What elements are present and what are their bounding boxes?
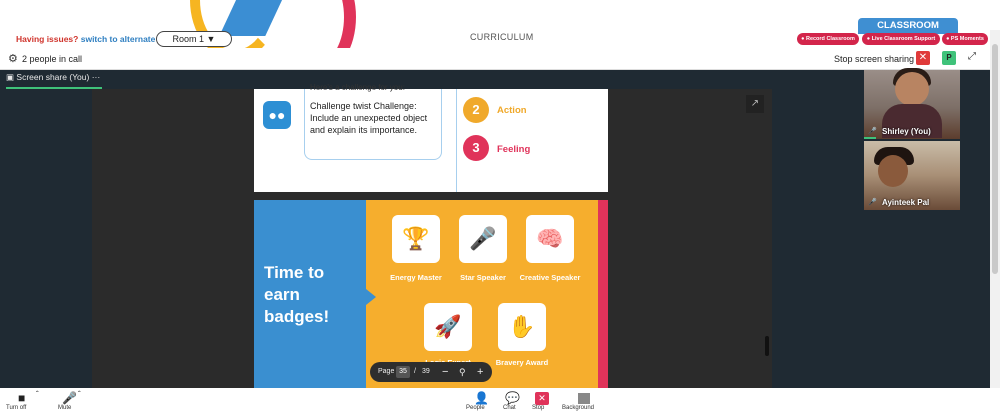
- classroom-tab[interactable]: CLASSROOM: [858, 18, 958, 34]
- background-label: Background: [562, 405, 595, 411]
- microphone-icon[interactable]: 🎤: [62, 391, 77, 405]
- robot-icon: ●●: [263, 101, 291, 129]
- divider: [456, 89, 457, 192]
- bottom-toolbar: [0, 388, 1000, 413]
- screen-share-label: Screen share (You): [16, 72, 90, 82]
- zoom-icon[interactable]: ⚲: [459, 362, 466, 382]
- microphone-icon: 🎤: [868, 199, 877, 206]
- record-label: Record Classroom: [805, 36, 855, 42]
- caret-down-icon: ▼: [206, 34, 216, 44]
- moments-label: PS Moments: [950, 36, 984, 42]
- room-select-value: Room 1: [172, 34, 205, 44]
- hand-icon: ✋: [498, 303, 546, 351]
- participant-name: Shirley (You): [882, 127, 931, 136]
- people-icon[interactable]: 👤: [474, 391, 489, 405]
- rocket-icon: 🚀: [424, 303, 472, 351]
- audio-level-indicator: [864, 137, 876, 139]
- curriculum-tab[interactable]: CURRICULUM: [470, 32, 534, 42]
- page-total: 39: [422, 368, 430, 375]
- step-label: Feeling: [497, 144, 531, 155]
- support-icon: ●: [866, 36, 871, 42]
- more-options-icon[interactable]: ···: [92, 72, 101, 82]
- ps-moments-button[interactable]: ● PS Moments: [942, 33, 988, 45]
- microphone-icon: 🎤: [459, 215, 507, 263]
- share-label: Stop: [532, 405, 545, 411]
- challenge-text: Challenge twist Challenge: Include an un…: [310, 101, 428, 135]
- gear-icon[interactable]: ⚙: [8, 52, 18, 65]
- step-label: Action: [497, 105, 527, 116]
- chat-icon[interactable]: 💬: [505, 391, 520, 405]
- participant-video: [895, 72, 929, 106]
- zoom-out-icon[interactable]: −: [442, 362, 448, 382]
- expand-icon[interactable]: ⤢: [968, 51, 976, 62]
- people-count: 2 people in call: [22, 54, 83, 64]
- participant-avatar-button[interactable]: P: [942, 51, 956, 65]
- badge-label: Bravery Award: [495, 358, 549, 367]
- people-label: People: [466, 405, 485, 411]
- chevron-up-icon[interactable]: ˆ: [78, 390, 81, 399]
- slide-red-edge: [598, 200, 608, 388]
- brain-icon: 🧠: [526, 215, 574, 263]
- chat-label: Chat: [503, 405, 516, 411]
- stop-share-icon[interactable]: ✕: [535, 392, 549, 405]
- issues-label: Having issues?: [16, 34, 79, 44]
- step-number: 2: [463, 97, 489, 123]
- trophy-icon: 🏆: [392, 215, 440, 263]
- badge-label: Creative Speaker: [519, 273, 581, 282]
- moments-icon: ●: [946, 36, 950, 42]
- record-classroom-button[interactable]: ● Record Classroom: [797, 33, 859, 45]
- camera-icon[interactable]: ■: [18, 391, 25, 405]
- participant-name: Ayinteek Pal: [882, 198, 930, 207]
- microphone-icon: 🎤: [868, 128, 877, 135]
- participant-video: [878, 155, 908, 187]
- page-label: Page: [378, 368, 395, 375]
- background-icon[interactable]: [578, 393, 590, 404]
- mic-label: Mute: [58, 405, 72, 411]
- stop-sharing-button[interactable]: Stop screen sharing: [834, 54, 914, 64]
- page-number-input[interactable]: 35: [396, 366, 410, 378]
- camera-label: Turn off: [6, 405, 27, 411]
- slide-heading: Time to earn badges!: [264, 263, 330, 326]
- screen-share-tab[interactable]: ▣ Screen share (You) ···: [6, 72, 100, 83]
- page-separator: /: [414, 368, 416, 375]
- logo-shape: [282, 0, 356, 48]
- chevron-up-icon[interactable]: ˆ: [36, 390, 39, 399]
- step-number: 3: [463, 135, 489, 161]
- arrow-shape: [366, 289, 376, 305]
- zoom-in-icon[interactable]: +: [477, 362, 483, 382]
- page-scrollbar-thumb[interactable]: [992, 44, 998, 274]
- close-icon[interactable]: ✕: [916, 51, 930, 65]
- record-icon: ●: [801, 36, 805, 42]
- active-tab-indicator: [6, 87, 102, 89]
- screen-share-icon: ▣: [6, 72, 15, 82]
- challenge-heading: Here's a challenge for you:: [310, 83, 405, 92]
- room-select[interactable]: Room 1 ▼: [156, 31, 232, 47]
- support-label: Live Classroom Support: [871, 36, 936, 42]
- issues-notice: Having issues? switch to alternate room: [16, 34, 179, 44]
- live-support-button[interactable]: ● Live Classroom Support: [862, 33, 940, 45]
- popout-icon[interactable]: ↗: [746, 95, 764, 113]
- slide-scrollbar[interactable]: [765, 336, 769, 356]
